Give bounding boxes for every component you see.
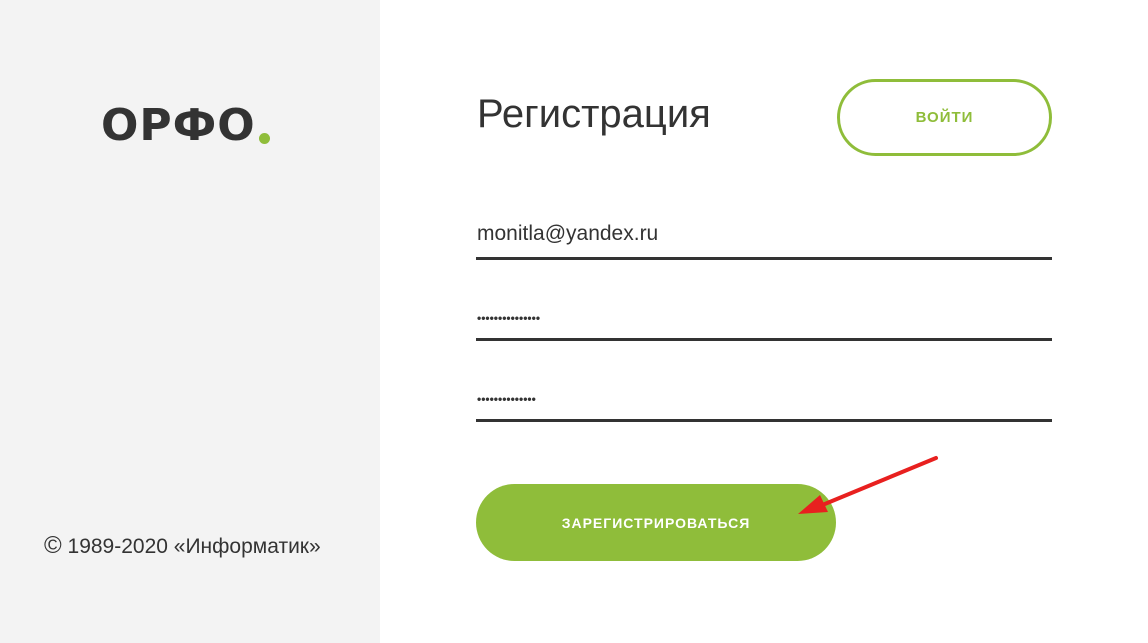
logo: ОРФО (101, 92, 270, 148)
password-field[interactable]: ••••••••••••••• (476, 291, 1052, 341)
password-value: ••••••••••••••• (477, 310, 541, 325)
copyright-text: 1989-2020 «Информатик» (61, 535, 321, 558)
sidebar: ОРФО © 1989-2020 «Информатик» (0, 0, 380, 643)
arrow-shaft (818, 456, 938, 508)
login-button[interactable]: ВОЙТИ (837, 79, 1052, 156)
copyright: © 1989-2020 «Информатик» (44, 532, 321, 560)
logo-dot (258, 133, 270, 144)
registration-page: ОРФО © 1989-2020 «Информатик» Регистраци… (0, 0, 1148, 643)
password-confirm-value: •••••••••••••• (477, 391, 536, 406)
copyright-sign: © (44, 532, 62, 559)
logo-text: ОРФО (101, 100, 256, 151)
email-value: monitla@yandex.ru (477, 221, 659, 245)
password-confirm-field[interactable]: •••••••••••••• (476, 372, 1052, 422)
page-title: Регистрация (477, 92, 711, 136)
register-button[interactable]: ЗАРЕГИСТРИРОВАТЬСЯ (476, 484, 836, 561)
email-field[interactable]: monitla@yandex.ru (476, 210, 1052, 260)
